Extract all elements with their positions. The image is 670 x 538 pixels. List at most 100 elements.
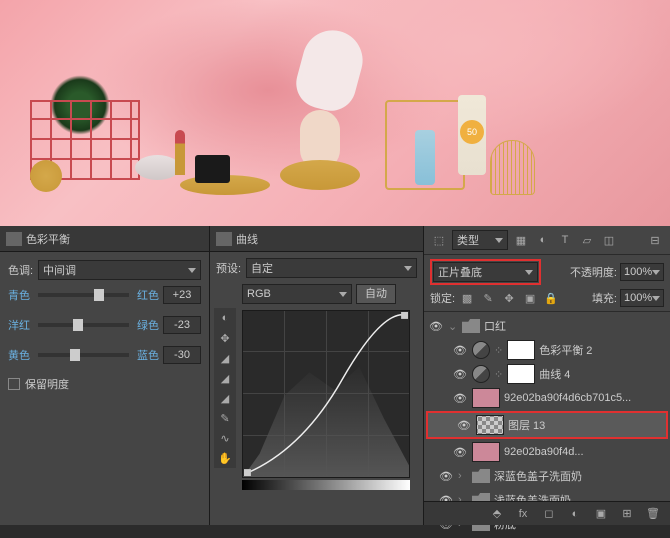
slider-value-input[interactable]: -30 [163,346,201,364]
mask-thumbnail[interactable] [507,364,535,384]
filter-pixel-icon[interactable]: ▦ [512,232,530,248]
pencil-tool[interactable]: ✎ [214,408,236,428]
lock-transparent-icon[interactable]: ▩ [458,290,476,306]
slider-left-label: 洋红 [8,317,34,333]
chevron-down-icon [188,268,196,273]
filter-type-icon[interactable]: T [556,232,574,248]
checkbox-icon [8,378,20,390]
expand-icon[interactable]: ⌄ [448,320,458,333]
panel-header[interactable]: 曲线 [210,226,423,252]
compact-graphic [135,155,180,180]
mask-thumbnail[interactable] [507,340,535,360]
filter-toggle[interactable]: ⊟ [646,232,664,248]
layer-row[interactable]: 👁 92e02ba90f4d... [424,440,670,464]
slider-left-label: 青色 [8,287,34,303]
document-canvas[interactable]: 50 [0,0,670,226]
slider-right-label: 蓝色 [133,347,159,363]
delete-layer-icon[interactable]: 🗑 [644,506,662,522]
layer-mask-icon[interactable]: ◻ [540,506,558,522]
channel-select[interactable]: RGB [242,284,352,304]
balance-slider[interactable] [38,293,129,297]
preset-select[interactable]: 自定 [246,258,417,278]
visibility-toggle[interactable]: 👁 [452,368,468,381]
panel-title: 色彩平衡 [26,231,70,247]
kind-select[interactable]: 类型 [452,230,508,250]
chevron-down-icon [495,238,503,243]
balance-slider-row: 黄色 蓝色 -30 [8,346,201,364]
slider-left-label: 黄色 [8,347,34,363]
visibility-toggle[interactable]: 👁 [452,392,468,405]
balance-slider[interactable] [38,353,129,357]
curves-panel: 曲线 预设: 自定 RGB 自动 ◐ ✥ ◢ ◢ ◢ ✎ [210,226,424,525]
preserve-luminosity-checkbox[interactable]: 保留明度 [8,376,201,392]
blend-mode-select[interactable]: 正片叠底 [433,262,538,282]
layer-name[interactable]: 口红 [484,318,506,334]
visibility-toggle[interactable]: 👁 [438,470,454,483]
expand-icon[interactable]: › [458,470,468,482]
layer-name[interactable]: 曲线 4 [539,366,570,382]
new-group-icon[interactable]: ▣ [592,506,610,522]
lock-position-icon[interactable]: ✥ [500,290,518,306]
fill-input[interactable]: 100% [620,289,664,307]
pedestal-graphic [280,160,360,190]
lock-paint-icon[interactable]: ✎ [479,290,497,306]
curves-icon [216,232,232,246]
layer-row[interactable]: 👁 92e02ba90f4d6cb701c5... [424,386,670,410]
layer-name[interactable]: 92e02ba90f4d6cb701c5... [504,392,631,404]
layer-thumbnail[interactable] [472,388,500,408]
gray-point-tool[interactable]: ◢ [214,368,236,388]
link-icon: ⁘ [494,344,503,357]
cage-graphic [490,140,535,195]
layer-name[interactable]: 深蓝色盖子洗面奶 [494,468,582,484]
balance-slider-row: 洋红 绿色 -23 [8,316,201,334]
auto-button[interactable]: 自动 [356,284,396,304]
balance-slider[interactable] [38,323,129,327]
layer-row[interactable]: 👁 ⁘ 色彩平衡 2 [424,338,670,362]
opacity-label: 不透明度: [570,264,617,280]
white-point-tool[interactable]: ◢ [214,388,236,408]
layer-thumbnail[interactable] [472,442,500,462]
kind-filter-icon[interactable]: ⬚ [430,232,448,248]
visibility-toggle[interactable]: 👁 [456,419,472,432]
link-icon: ⁘ [494,368,503,381]
preset-label: 预设: [216,260,246,276]
layer-row[interactable]: 👁 ⁘ 曲线 4 [424,362,670,386]
link-layers-icon[interactable]: ⬘ [488,506,506,522]
filter-smart-icon[interactable]: ◫ [600,232,618,248]
visibility-toggle[interactable]: 👁 [452,446,468,459]
filter-adjust-icon[interactable]: ◐ [534,232,552,248]
adjustment-icon [472,365,490,383]
sample-tool[interactable]: ✥ [214,328,236,348]
layer-row[interactable]: 👁 图层 13 [428,413,666,437]
slider-value-input[interactable]: +23 [163,286,201,304]
slider-value-input[interactable]: -23 [163,316,201,334]
layer-thumbnail[interactable] [476,415,504,435]
folder-icon [472,469,490,483]
target-adjust-tool[interactable]: ◐ [214,308,236,328]
panel-header[interactable]: 色彩平衡 [0,226,209,252]
tone-label: 色调: [8,262,38,278]
new-layer-icon[interactable]: ⊞ [618,506,636,522]
smooth-tool[interactable]: ∿ [214,428,236,448]
tone-select[interactable]: 中间调 [38,260,201,280]
layer-style-icon[interactable]: fx [514,506,532,522]
filter-shape-icon[interactable]: ▱ [578,232,596,248]
layer-group-row[interactable]: 👁 › 深蓝色盖子洗面奶 [424,464,670,488]
visibility-toggle[interactable]: 👁 [452,344,468,357]
layers-panel: ⬚ 类型 ▦ ◐ T ▱ ◫ ⊟ 正片叠底 不透明度: 100% [424,226,670,525]
visibility-toggle[interactable]: 👁 [428,320,444,333]
layer-name[interactable]: 图层 13 [508,417,545,433]
lock-label: 锁定: [430,290,455,306]
lock-all-icon[interactable]: 🔒 [542,290,560,306]
lock-artboard-icon[interactable]: ▣ [521,290,539,306]
lipstick-box-graphic [195,155,230,183]
layer-name[interactable]: 92e02ba90f4d... [504,446,584,458]
curve-graph[interactable] [242,310,410,478]
layer-group-row[interactable]: 👁 ⌄ 口红 [424,314,670,338]
layer-name[interactable]: 色彩平衡 2 [539,342,592,358]
adjustment-layer-icon[interactable]: ◐ [566,506,584,522]
chevron-down-icon [404,266,412,271]
opacity-input[interactable]: 100% [620,263,664,281]
black-point-tool[interactable]: ◢ [214,348,236,368]
hand-tool[interactable]: ✋ [214,448,236,468]
